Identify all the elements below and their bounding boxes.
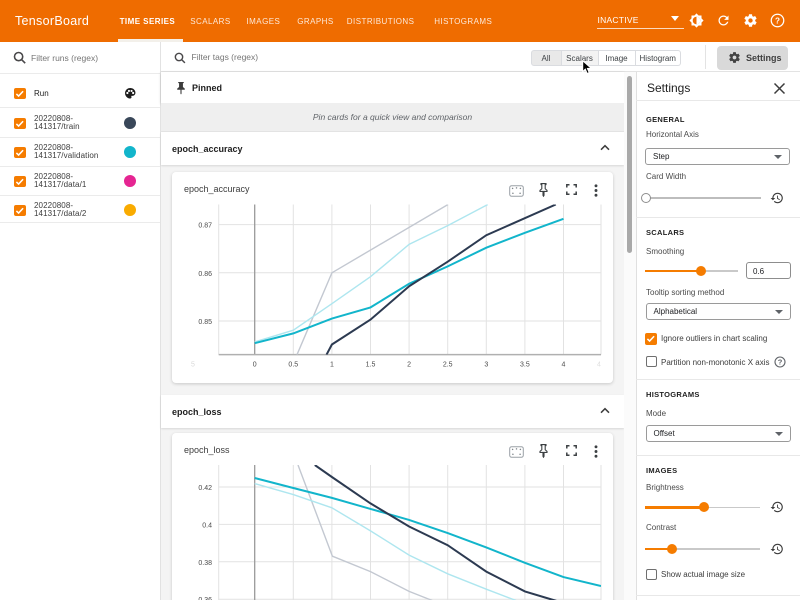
svg-text:0.85: 0.85 (198, 319, 212, 326)
svg-text:?: ? (775, 17, 780, 26)
svg-text:1.5: 1.5 (366, 362, 376, 369)
svg-text:4: 4 (597, 362, 601, 369)
svg-text:0.86: 0.86 (198, 271, 212, 278)
svg-text:0.38: 0.38 (198, 560, 212, 567)
svg-text:0.42: 0.42 (198, 485, 212, 492)
svg-text:2: 2 (407, 362, 411, 369)
svg-text:4: 4 (562, 362, 566, 369)
svg-text:2.5: 2.5 (443, 362, 453, 369)
svg-text:1: 1 (330, 362, 334, 369)
svg-text:3.5: 3.5 (520, 362, 530, 369)
svg-text:0.5: 0.5 (288, 362, 298, 369)
svg-text:5: 5 (191, 362, 195, 369)
svg-text:0: 0 (253, 362, 257, 369)
svg-text:0.87: 0.87 (198, 223, 212, 230)
svg-text:0.4: 0.4 (202, 522, 212, 529)
svg-text:?: ? (778, 358, 783, 367)
svg-text:3: 3 (484, 362, 488, 369)
